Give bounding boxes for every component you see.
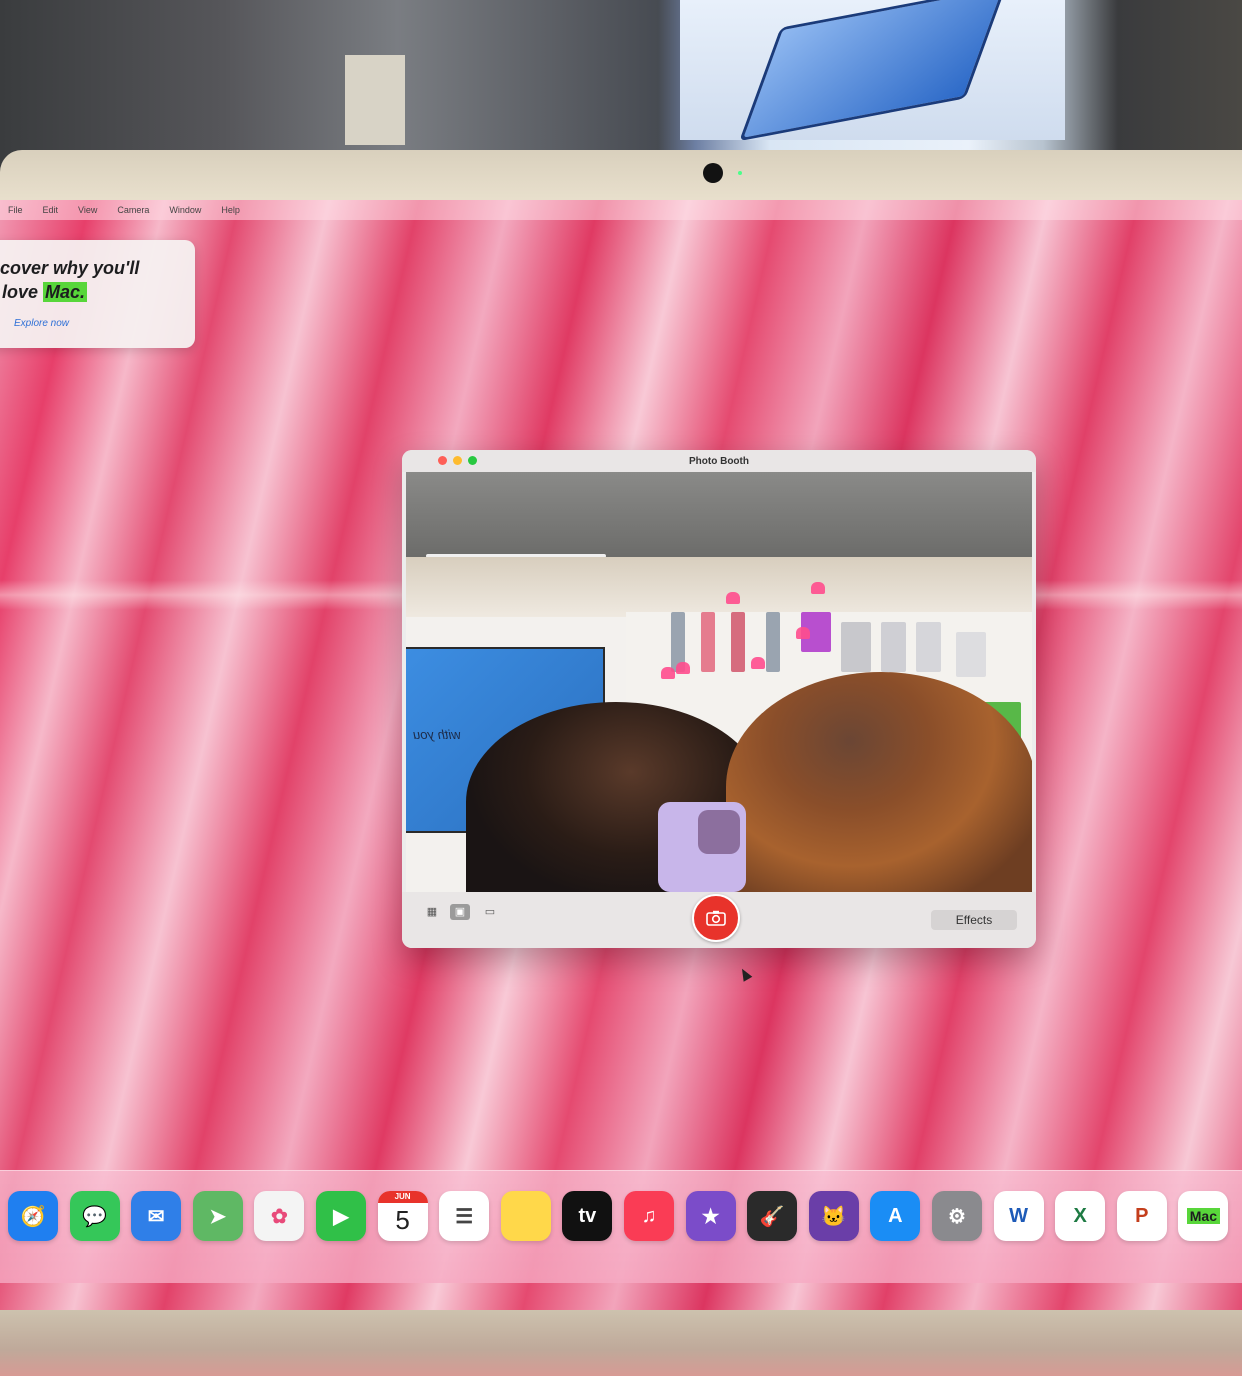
store-display — [680, 0, 1065, 142]
menu-file[interactable]: File — [8, 205, 23, 215]
messages-icon[interactable]: 💬 — [69, 1191, 120, 1241]
preview-phone-camera — [698, 810, 740, 854]
excel-label: X — [1073, 1204, 1087, 1227]
imovie-icon[interactable]: ★ — [685, 1191, 736, 1241]
window-title: Photo Booth — [689, 455, 749, 467]
preview-product — [916, 622, 941, 672]
preview-person — [726, 672, 1032, 892]
preview-ceiling — [406, 472, 1032, 557]
notification-headline: cover why you'll — [0, 258, 140, 278]
menu-help[interactable]: Help — [221, 205, 240, 215]
title-bar[interactable]: Photo Booth — [402, 450, 1036, 472]
menu-window[interactable]: Window — [169, 205, 201, 215]
preview-product — [766, 612, 780, 672]
dock: 🧭 💬 ✉ ➤ ✿ ▶ JUN 5 ☰ tv ♫ ★ 🎸 🐱 A ⚙ W X P Mac — [0, 1170, 1242, 1283]
heart-effect — [726, 592, 740, 604]
preview-product — [881, 622, 906, 672]
notification-card[interactable]: cover why you'll love Mac. Explore now — [0, 240, 195, 348]
mac-label: Mac — [1186, 1208, 1220, 1224]
minimize-button[interactable] — [453, 456, 462, 465]
tv-icon[interactable]: tv — [562, 1191, 613, 1241]
mac-icon[interactable]: Mac — [1178, 1191, 1229, 1241]
photo-booth-toolbar: ▦ ▣ ▭ Effects — [402, 892, 1036, 948]
word-label: W — [1009, 1204, 1029, 1227]
powerpoint-label: P — [1135, 1204, 1149, 1227]
camera-indicator-light — [738, 171, 742, 175]
notification-prefix: love — [2, 282, 44, 302]
preview-phone — [658, 802, 746, 892]
menu-camera[interactable]: Camera — [117, 205, 149, 215]
menu-edit[interactable]: Edit — [43, 205, 59, 215]
take-photo-button[interactable] — [692, 894, 740, 942]
preview-product — [701, 612, 715, 672]
heart-effect — [751, 657, 765, 669]
heart-effect — [811, 582, 825, 594]
music-icon[interactable]: ♫ — [624, 1191, 674, 1241]
close-button[interactable] — [438, 456, 447, 465]
preview-wall — [406, 557, 1032, 617]
app-store-icon[interactable]: A — [870, 1191, 921, 1241]
store-poster — [345, 55, 405, 145]
word-icon[interactable]: W — [993, 1191, 1044, 1241]
heart-effect — [676, 662, 690, 674]
zoom-button[interactable] — [468, 456, 477, 465]
photos-icon[interactable]: ✿ — [254, 1191, 305, 1241]
preview-product — [841, 622, 871, 672]
tv-label: tv — [578, 1204, 597, 1227]
explore-link[interactable]: Explore now — [14, 318, 69, 329]
video-icon[interactable]: ▭ — [480, 904, 500, 920]
desktop: File Edit View Camera Window Help cover … — [0, 200, 1242, 1310]
facetime-icon[interactable]: ▶ — [316, 1191, 366, 1241]
garageband-icon[interactable]: 🎸 — [747, 1191, 798, 1241]
reminders-icon[interactable]: ☰ — [439, 1191, 490, 1241]
preview-tv-caption: with you — [413, 727, 461, 742]
photo-booth-window: Photo Booth with you ▦ ▣ ▭ Effects — [402, 450, 1036, 948]
maps-icon[interactable]: ➤ — [192, 1191, 243, 1241]
notification-headline-2: love Mac. — [2, 282, 88, 303]
menu-bar: File Edit View Camera Window Help — [0, 200, 1242, 220]
single-photo-icon[interactable]: ▣ — [450, 904, 470, 920]
preview-product — [956, 632, 986, 677]
powerpoint-icon[interactable]: P — [1116, 1191, 1167, 1241]
notes-icon[interactable] — [500, 1191, 551, 1241]
notification-highlight: Mac. — [43, 282, 88, 302]
store-display-graphic — [739, 0, 1007, 142]
calendar-month: JUN — [377, 1191, 428, 1203]
mouse-pointer — [737, 966, 753, 982]
mail-icon[interactable]: ✉ — [131, 1191, 182, 1241]
laptop-bottom-bezel — [0, 1310, 1242, 1376]
heart-effect — [661, 667, 675, 679]
gear-icon[interactable]: ⚙ — [932, 1191, 982, 1241]
camera-icon — [706, 910, 726, 926]
preview-product — [731, 612, 745, 672]
calendar-icon[interactable]: JUN 5 — [377, 1191, 428, 1241]
grid-view-icon[interactable]: ▦ — [422, 904, 442, 920]
calendar-day: 5 — [395, 1205, 410, 1235]
menu-view[interactable]: View — [78, 205, 97, 215]
store-background — [0, 0, 1242, 175]
cat-icon[interactable]: 🐱 — [808, 1191, 859, 1241]
effects-button[interactable]: Effects — [931, 910, 1017, 930]
heart-effect — [796, 627, 810, 639]
safari-icon[interactable]: 🧭 — [8, 1191, 58, 1241]
webcam — [703, 163, 723, 183]
camera-preview: with you — [406, 472, 1032, 892]
excel-icon[interactable]: X — [1055, 1191, 1106, 1241]
